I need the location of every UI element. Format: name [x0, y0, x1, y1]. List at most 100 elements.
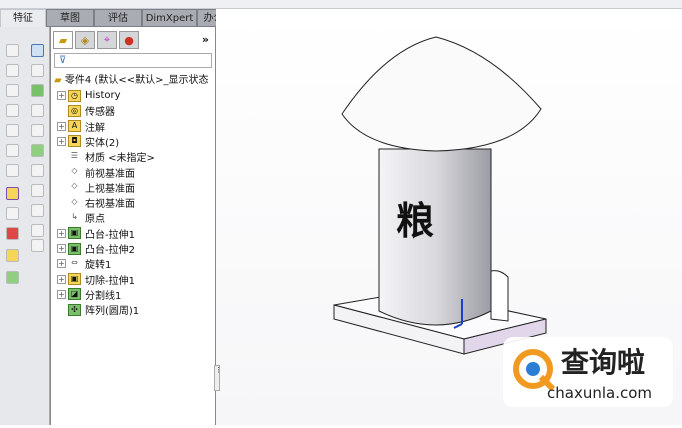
tree-item[interactable]: + ◪ 分割线1 — [57, 287, 121, 302]
tree-item[interactable]: ◇ 前视基准面 — [57, 165, 135, 180]
expand-toggle[interactable]: + — [57, 136, 66, 146]
boundary-icon[interactable] — [6, 124, 19, 137]
pattern-icon[interactable] — [31, 64, 44, 77]
tree-item[interactable]: ◎ 传感器 — [57, 103, 115, 118]
curves-icon[interactable] — [6, 249, 19, 262]
shell-icon[interactable] — [31, 124, 44, 137]
table-icon[interactable] — [31, 44, 44, 57]
tree-filter-input[interactable]: ⊽ — [54, 53, 212, 68]
watermark: 查询啦 chaxunla.com — [503, 337, 673, 407]
plane-icon: ◇ — [71, 166, 78, 175]
revolve-icon: ⇔ — [71, 257, 78, 267]
expand-toggle[interactable]: + — [57, 244, 66, 253]
wrap-icon[interactable] — [31, 144, 44, 157]
tree-item-label: 凸台-拉伸2 — [85, 245, 135, 256]
tree-item[interactable]: + ▣ 凸台-拉伸2 — [57, 241, 135, 256]
intersect-icon[interactable] — [31, 164, 44, 177]
freeform-icon[interactable] — [31, 204, 44, 217]
draft-icon[interactable] — [31, 104, 44, 117]
revolve-boss-icon[interactable] — [6, 64, 19, 77]
material-icon: ☰ — [70, 150, 79, 160]
property-icon: ◈ — [80, 33, 90, 47]
extrude-icon: ▣ — [68, 242, 81, 255]
display-manager-tab[interactable]: ● — [119, 31, 139, 49]
expand-panel-button[interactable]: » — [202, 33, 209, 46]
tree-item-label: 前视基准面 — [85, 168, 135, 180]
tree-item[interactable]: + ◘ 实体(2) — [57, 134, 119, 149]
tree-item[interactable]: ◇ 右视基准面 — [57, 195, 135, 211]
split-line-icon: ◪ — [68, 288, 81, 301]
tree-item[interactable]: + ⇔ 旋转1 — [57, 256, 111, 271]
dome-icon[interactable] — [31, 184, 44, 197]
cut-extrude-icon: ▣ — [68, 273, 81, 286]
crosshair-icon: ⌖ — [103, 33, 111, 46]
tree-item[interactable]: + A 注解 — [57, 119, 105, 134]
tree-item-label: 右视基准面 — [85, 199, 135, 211]
property-manager-tab[interactable]: ◈ — [75, 31, 95, 49]
extrude-icon: ▣ — [68, 227, 81, 240]
tree-item-label: 材质 <未指定> — [85, 153, 155, 165]
tree-root[interactable]: ▰ 零件4 (默认<<默认>_显示状态 — [54, 71, 208, 86]
tree-item-label: 阵列(圆周)1 — [85, 306, 140, 318]
expand-toggle[interactable]: + — [57, 121, 66, 131]
tab-evaluate[interactable]: 评估 — [94, 9, 142, 27]
expand-toggle[interactable]: + — [57, 259, 66, 269]
dome-cap — [341, 36, 542, 152]
configuration-manager-tab[interactable]: ⌖ — [97, 31, 117, 49]
feature-toolbar — [0, 27, 50, 425]
tree-item-label: 分割线1 — [85, 290, 122, 302]
plane-icon: ◇ — [71, 181, 78, 191]
tree-item-label: 旋转1 — [85, 260, 112, 272]
annotation-icon: A — [68, 120, 81, 133]
circular-pattern-icon: ✣ — [68, 303, 81, 316]
solid-bodies-icon: ◘ — [68, 135, 81, 148]
grid-icon[interactable] — [31, 239, 44, 252]
watermark-url: chaxunla.com — [547, 384, 652, 402]
rib-icon[interactable] — [6, 207, 19, 220]
tree-item[interactable]: ✣ 阵列(圆周)1 — [57, 302, 139, 317]
expand-toggle[interactable]: + — [57, 289, 66, 299]
tree-item-label: 原点 — [85, 214, 105, 226]
sensor-icon: ◎ — [68, 104, 81, 117]
tree-item-label: 注解 — [85, 122, 105, 134]
tree-item[interactable]: + ◷ History — [57, 88, 121, 103]
tree-item-label: 切除-拉伸1 — [85, 275, 135, 287]
tab-sketch[interactable]: 草图 — [46, 9, 94, 27]
cut-icon[interactable] — [6, 144, 19, 157]
origin-icon: ↳ — [71, 211, 78, 221]
part-icon: ▰ — [54, 75, 65, 86]
expand-toggle[interactable]: + — [57, 274, 66, 284]
tree-item-label: 传感器 — [85, 107, 115, 119]
expand-toggle[interactable]: + — [57, 91, 66, 100]
part-icon: ▰ — [58, 33, 68, 47]
loft-icon[interactable] — [6, 104, 19, 117]
expand-toggle[interactable]: + — [57, 228, 66, 238]
reference-geometry-icon[interactable] — [6, 227, 19, 240]
fillet-icon[interactable] — [6, 187, 19, 200]
watermark-title: 查询啦 — [561, 346, 646, 379]
panel-splitter-handle[interactable]: ⋮ — [214, 365, 222, 391]
tree-item-label: 凸台-拉伸1 — [85, 229, 135, 241]
color-ball-icon: ● — [124, 33, 134, 47]
tree-item-label: 上视基准面 — [85, 183, 135, 195]
tree-item-label: 实体(2) — [85, 137, 120, 149]
tree-item[interactable]: ◇ 上视基准面 — [57, 180, 135, 195]
sweep-icon[interactable] — [6, 84, 19, 97]
tab-dimxpert[interactable]: DimXpert — [142, 9, 197, 27]
filter-icon: ⊽ — [59, 55, 67, 66]
root-label: 零件4 (默认<<默认>_显示状态 — [64, 75, 209, 86]
tree-item[interactable]: ↳ 原点 — [57, 210, 105, 226]
plane-icon: ◇ — [71, 196, 78, 206]
hole-icon[interactable] — [6, 164, 19, 177]
deform-icon[interactable] — [31, 224, 44, 237]
tree-item[interactable]: ☰ 材质 <未指定> — [57, 149, 155, 165]
extrude-boss-icon[interactable] — [6, 44, 19, 57]
tab-features[interactable]: 特征 — [0, 9, 46, 27]
tree-item[interactable]: + ▣ 凸台-拉伸1 — [57, 226, 135, 241]
instant3d-icon[interactable] — [6, 271, 19, 284]
feature-manager-tab[interactable]: ▰ — [53, 31, 73, 49]
history-icon: ◷ — [68, 89, 81, 102]
tree-item[interactable]: + ▣ 切除-拉伸1 — [57, 272, 135, 287]
mirror-icon[interactable] — [31, 84, 44, 97]
tree-item-label: History — [85, 90, 121, 101]
